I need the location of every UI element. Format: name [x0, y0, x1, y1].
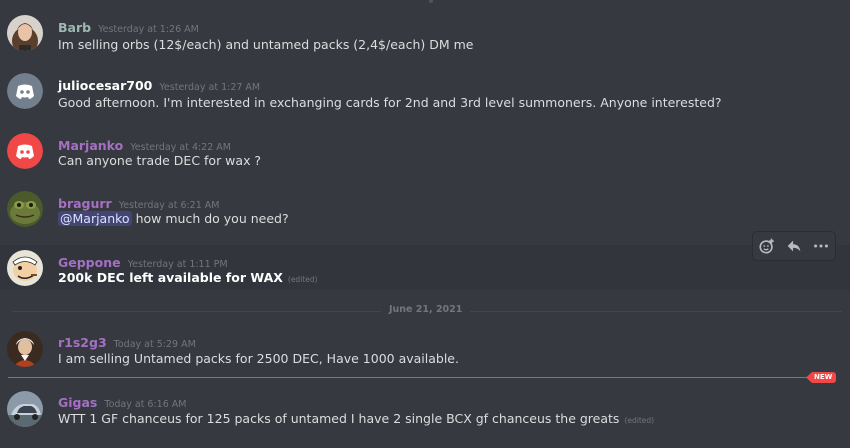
new-messages-divider: [8, 377, 808, 378]
message-row[interactable]: juliocesar700 Yesterday at 1:27 AM Good a…: [0, 68, 850, 120]
message-content: Im selling orbs (12$/each) and untamed p…: [58, 37, 474, 52]
edited-label: (edited): [624, 416, 655, 425]
timestamp: Yesterday at 1:27 AM: [159, 82, 261, 93]
username[interactable]: Barb: [58, 20, 91, 35]
avatar[interactable]: [7, 73, 43, 109]
message-header: juliocesar700 Yesterday at 1:27 AM: [58, 75, 260, 94]
message-header: bragurr Yesterday at 6:21 AM: [58, 193, 220, 212]
add-reaction-icon[interactable]: [756, 235, 778, 257]
scroll-top-edge: [0, 0, 850, 3]
message-row[interactable]: bragurr Yesterday at 6:21 AM @Marjanko ho…: [0, 185, 850, 237]
message-actions-toolbar: [752, 231, 836, 261]
edited-label: (edited): [287, 275, 318, 284]
user-mention[interactable]: @Marjanko: [58, 211, 132, 226]
avatar[interactable]: [7, 133, 43, 169]
message-row[interactable]: Geppone Yesterday at 1:11 PM 200k DEC lef…: [0, 245, 850, 290]
message-row[interactable]: Marjanko Yesterday at 4:22 AM Can anyone …: [0, 126, 850, 178]
message-text: 200k DEC left available for WAX: [58, 270, 283, 285]
timestamp: Yesterday at 1:26 AM: [98, 24, 199, 35]
date-divider-label: June 21, 2021: [381, 304, 471, 315]
message-header: Gigas Today at 6:16 AM: [58, 392, 186, 411]
message-content: WTT 1 GF chanceus for 125 packs of untam…: [58, 411, 654, 426]
new-messages-badge: NEW: [806, 372, 837, 383]
avatar[interactable]: [7, 331, 43, 367]
username[interactable]: r1s2g3: [58, 335, 107, 350]
username[interactable]: Marjanko: [58, 138, 123, 153]
message-content: Good afternoon. I'm interested in exchan…: [58, 95, 722, 110]
message-header: r1s2g3 Today at 5:29 AM: [58, 332, 196, 351]
scroll-indicator: [429, 0, 433, 3]
timestamp: Today at 6:16 AM: [104, 399, 187, 410]
reply-icon[interactable]: [783, 235, 805, 257]
message-content: I am selling Untamed packs for 2500 DEC,…: [58, 351, 459, 366]
message-text: WTT 1 GF chanceus for 125 packs of untam…: [58, 411, 620, 426]
username[interactable]: juliocesar700: [58, 78, 152, 93]
message-row[interactable]: Gigas Today at 6:16 AM WTT 1 GF chanceus …: [0, 386, 850, 436]
message-row[interactable]: r1s2g3 Today at 5:29 AM I am selling Unta…: [0, 326, 850, 370]
message-row[interactable]: Barb Yesterday at 1:26 AM Im selling orbs…: [0, 10, 850, 62]
message-content: @Marjanko how much do you need?: [58, 211, 289, 226]
avatar[interactable]: [7, 250, 43, 286]
avatar[interactable]: [7, 15, 43, 51]
timestamp: Yesterday at 4:22 AM: [130, 142, 231, 153]
more-icon[interactable]: [810, 235, 832, 257]
message-text: how much do you need?: [135, 211, 289, 226]
username[interactable]: bragurr: [58, 196, 112, 211]
message-header: Geppone Yesterday at 1:11 PM: [58, 252, 228, 271]
message-content: 200k DEC left available for WAX (edited): [58, 270, 318, 285]
avatar[interactable]: [7, 391, 43, 427]
message-header: Barb Yesterday at 1:26 AM: [58, 17, 199, 36]
avatar[interactable]: [7, 191, 43, 227]
message-content: Can anyone trade DEC for wax ?: [58, 153, 262, 168]
username[interactable]: Gigas: [58, 395, 97, 410]
timestamp: Yesterday at 6:21 AM: [118, 200, 220, 211]
timestamp: Yesterday at 1:11 PM: [127, 259, 228, 270]
timestamp: Today at 5:29 AM: [113, 339, 196, 350]
message-header: Marjanko Yesterday at 4:22 AM: [58, 135, 231, 154]
username[interactable]: Geppone: [58, 255, 121, 270]
